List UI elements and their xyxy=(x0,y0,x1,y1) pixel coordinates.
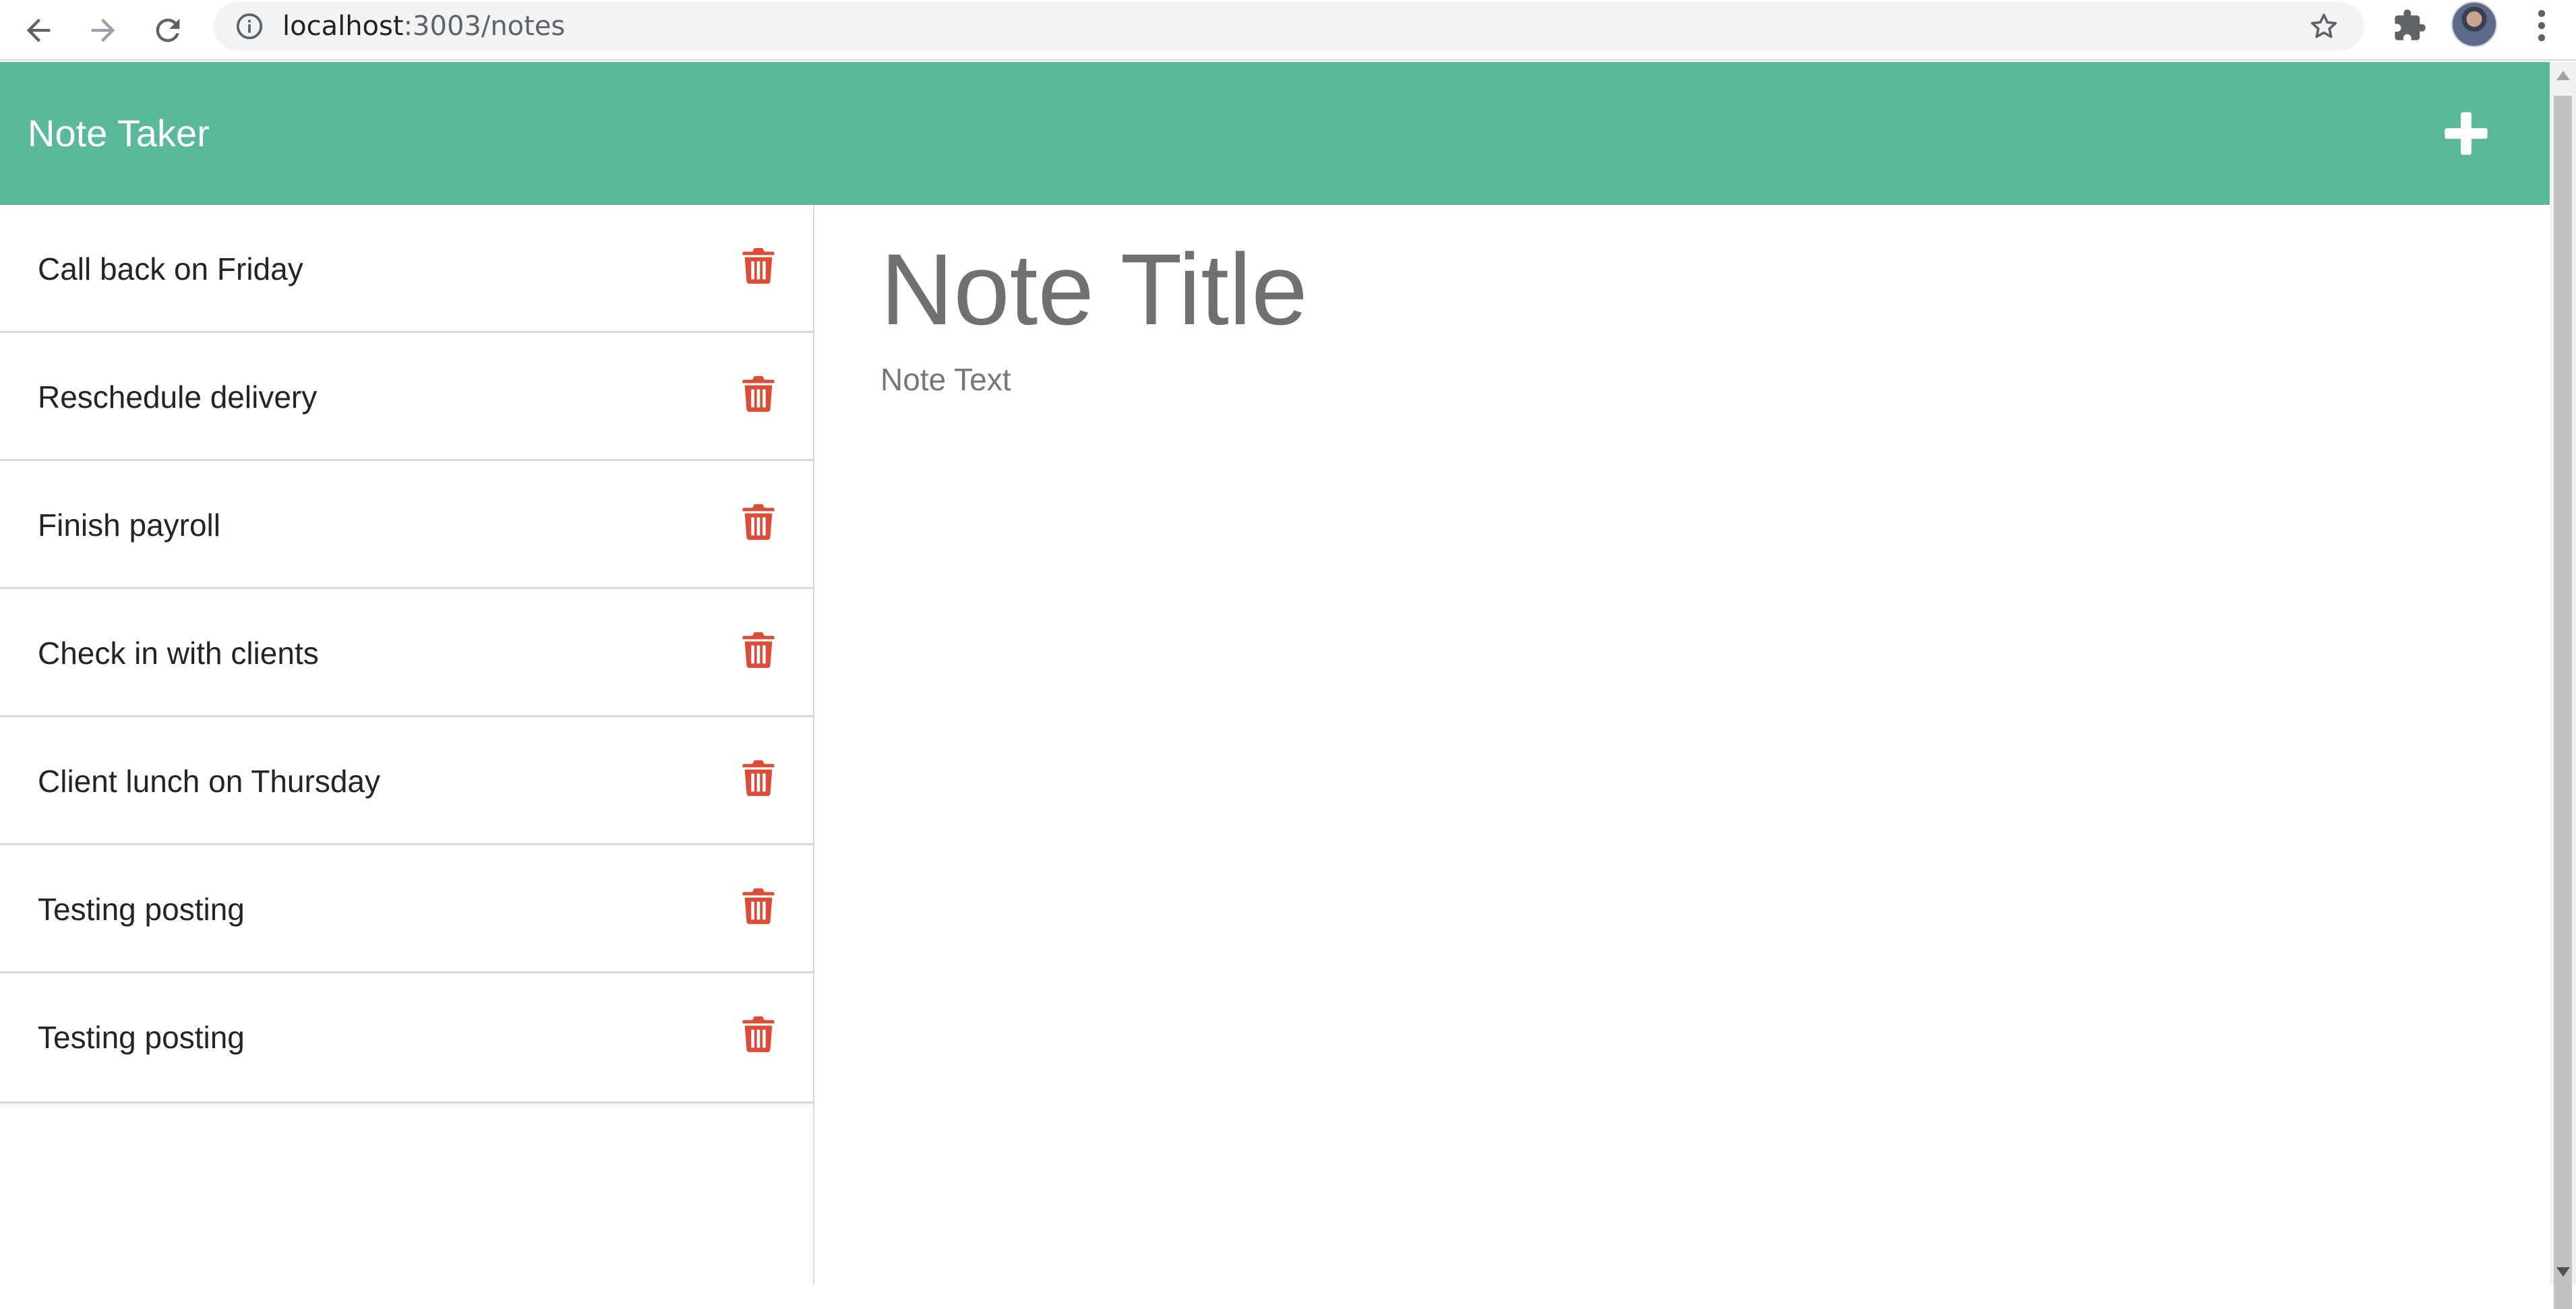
trash-icon[interactable] xyxy=(742,758,775,797)
arrow-left-icon xyxy=(26,18,51,42)
note-text-input[interactable] xyxy=(880,361,2498,1238)
list-item[interactable]: Finish payroll xyxy=(0,461,813,589)
url-path: :3003/notes xyxy=(403,11,566,42)
note-list: Call back on Friday Reschedule delivery … xyxy=(0,205,813,1103)
list-item[interactable]: Reschedule delivery xyxy=(0,333,813,461)
arrow-right-icon xyxy=(91,18,115,42)
back-button[interactable] xyxy=(16,8,61,53)
triangle-down-icon xyxy=(2556,1267,2570,1277)
list-item[interactable]: Call back on Friday xyxy=(0,205,813,333)
scroll-up-arrow[interactable] xyxy=(2550,62,2576,88)
list-item[interactable]: Client lunch on Thursday xyxy=(0,717,813,845)
forward-button[interactable] xyxy=(81,8,125,53)
url-text: localhost:3003/notes xyxy=(282,2,565,51)
page-scrollbar[interactable] xyxy=(2550,62,2576,1309)
triangle-up-icon xyxy=(2556,70,2570,80)
scroll-thumb[interactable] xyxy=(2554,96,2572,1309)
note-list-sidebar: Call back on Friday Reschedule delivery … xyxy=(0,205,814,1285)
trash-icon[interactable] xyxy=(742,1014,775,1053)
reload-button[interactable] xyxy=(146,8,190,53)
trash-icon[interactable] xyxy=(742,501,775,541)
trash-icon[interactable] xyxy=(742,630,775,669)
url-host: localhost xyxy=(282,11,404,42)
list-item[interactable]: Testing posting xyxy=(0,973,813,1101)
note-item-title: Check in with clients xyxy=(38,636,319,671)
list-item[interactable]: Check in with clients xyxy=(0,589,813,717)
note-title-input[interactable] xyxy=(880,232,2498,346)
trash-icon[interactable] xyxy=(742,373,775,413)
trash-icon[interactable] xyxy=(742,886,775,925)
note-item-title: Client lunch on Thursday xyxy=(38,764,380,799)
puzzle-icon[interactable] xyxy=(2392,8,2427,43)
note-item-title: Testing posting xyxy=(38,892,245,927)
kebab-menu-icon[interactable] xyxy=(2528,5,2555,46)
plus-icon xyxy=(2445,112,2488,155)
address-bar[interactable]: localhost:3003/notes xyxy=(214,2,2364,51)
scroll-down-arrow[interactable] xyxy=(2550,1258,2576,1285)
list-item[interactable]: Testing posting xyxy=(0,845,813,973)
avatar[interactable] xyxy=(2451,1,2497,47)
new-note-button[interactable] xyxy=(2440,108,2492,159)
star-icon[interactable] xyxy=(2308,10,2340,42)
reload-icon xyxy=(156,18,180,42)
note-item-title: Reschedule delivery xyxy=(38,379,318,415)
note-item-title: Finish payroll xyxy=(38,508,220,543)
app-header: Note Taker xyxy=(0,62,2550,205)
trash-icon[interactable] xyxy=(742,245,775,284)
info-icon[interactable] xyxy=(234,11,265,42)
browser-toolbar: localhost:3003/notes xyxy=(0,0,2576,61)
note-editor xyxy=(816,205,2550,1285)
note-item-title: Testing posting xyxy=(38,1020,245,1055)
app-title[interactable]: Note Taker xyxy=(28,62,210,205)
note-item-title: Call back on Friday xyxy=(38,251,303,286)
